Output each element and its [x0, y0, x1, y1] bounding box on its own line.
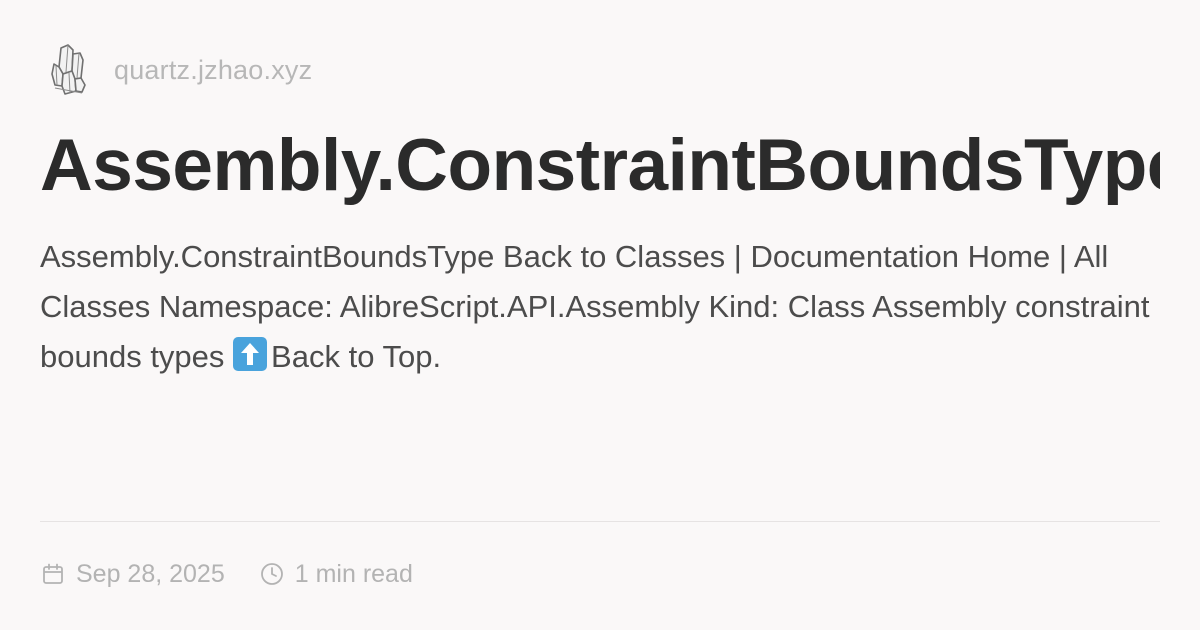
site-header: quartz.jzhao.xyz [48, 42, 312, 98]
page-description: Assembly.ConstraintBoundsType Back to Cl… [40, 232, 1160, 382]
description-text: Assembly.ConstraintBoundsType Back to Cl… [40, 239, 1150, 374]
up-arrow-icon [233, 337, 268, 371]
footer-divider [40, 521, 1160, 522]
page-title: Assembly.ConstraintBoundsType [40, 125, 1160, 206]
back-to-top-text: Back to Top. [271, 339, 442, 374]
date-text: Sep 28, 2025 [76, 559, 225, 588]
crystal-icon [48, 43, 88, 97]
page-meta: Sep 28, 2025 1 min read [40, 554, 413, 594]
read-time-text: 1 min read [294, 559, 413, 588]
site-name[interactable]: quartz.jzhao.xyz [114, 55, 312, 86]
clock-icon [259, 561, 285, 587]
read-time-meta: 1 min read [259, 560, 413, 589]
date-meta: Sep 28, 2025 [40, 560, 225, 589]
calendar-icon [40, 561, 66, 587]
